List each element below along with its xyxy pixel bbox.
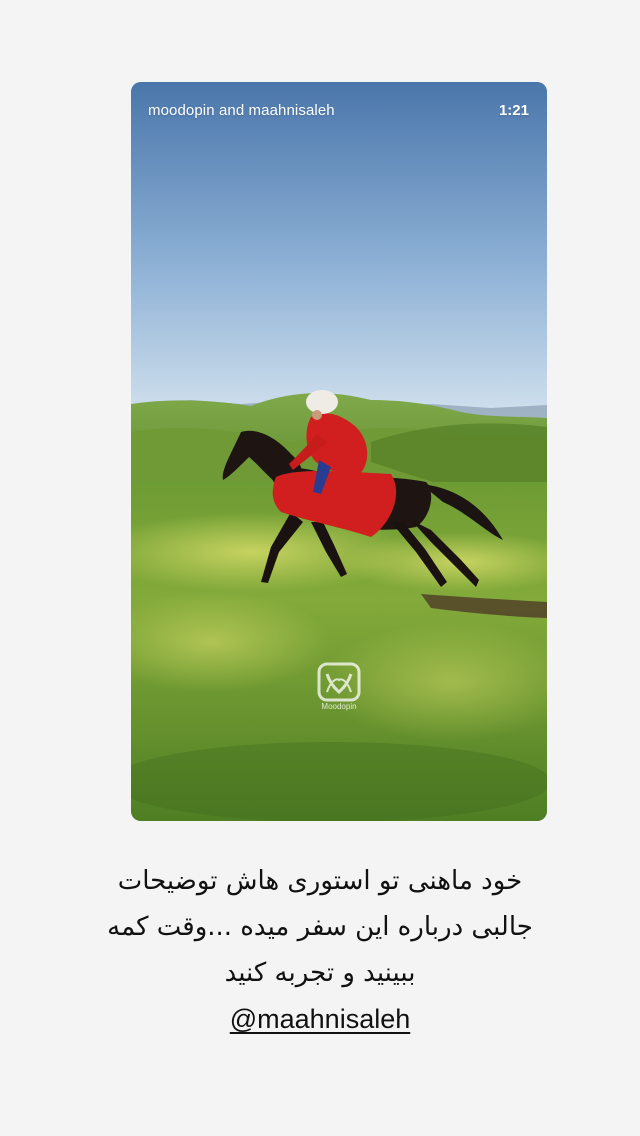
story-caption: خود ماهنی تو استوری هاش توضیحات جالبی در…: [60, 858, 580, 1042]
video-duration: 1:21: [498, 101, 529, 119]
video-usernames[interactable]: moodopin and maahnisaleh: [148, 102, 335, 119]
story-page: moodopin and maahnisaleh 1:21 Moodopin خ…: [0, 0, 640, 1136]
video-card[interactable]: moodopin and maahnisaleh 1:21 Moodopin: [131, 82, 547, 821]
caption-line-1: خود ماهنی تو استوری هاش توضیحات: [117, 866, 523, 896]
moodopin-logo-icon: [317, 662, 361, 702]
video-header: moodopin and maahnisaleh 1:21: [131, 82, 547, 138]
watermark-text: Moodopin: [321, 702, 357, 711]
caption-line-3: ببینید و تجربه کنید: [224, 958, 416, 988]
caption-line-2: جالبی درباره این سفر میده ...وقت کمه: [107, 912, 533, 942]
mention-link[interactable]: @maahnisaleh: [60, 996, 580, 1042]
